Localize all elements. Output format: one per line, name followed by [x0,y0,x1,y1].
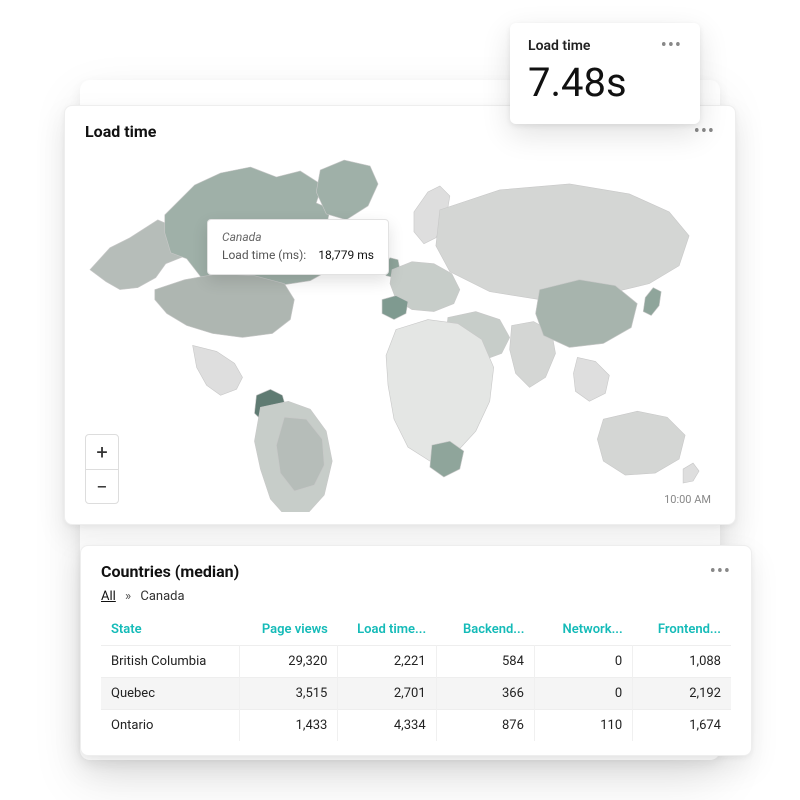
countries-table-card: Countries (median) ••• All » Canada Stat… [80,545,752,756]
cell-loadtime: 4,334 [338,710,436,742]
zoom-in-button[interactable]: + [86,435,118,469]
cell-pageviews: 1,433 [240,710,338,742]
table-row[interactable]: Ontario 1,433 4,334 876 110 1,674 [101,710,731,742]
breadcrumb-separator: » [125,589,131,604]
kpi-more-icon[interactable]: ••• [661,37,682,55]
cell-frontend: 1,674 [633,710,731,742]
cell-network: 0 [534,678,632,710]
cell-state: British Columbia [101,646,240,678]
tooltip-metric-label: Load time (ms): [222,248,306,262]
breadcrumb-current: Canada [140,589,184,604]
table-row[interactable]: British Columbia 29,320 2,221 584 0 1,08… [101,646,731,678]
col-loadtime[interactable]: Load time... [338,614,436,646]
cell-loadtime: 2,221 [338,646,436,678]
cell-pageviews: 3,515 [240,678,338,710]
map-body[interactable]: Canada Load time (ms): 18,779 ms + − 10:… [85,147,715,512]
map-timestamp: 10:00 AM [664,493,711,506]
cell-state: Quebec [101,678,240,710]
kpi-card: Load time ••• 7.48s [510,23,700,124]
cell-backend: 876 [436,710,534,742]
cell-loadtime: 2,701 [338,678,436,710]
zoom-out-button[interactable]: − [86,469,118,503]
map-tooltip: Canada Load time (ms): 18,779 ms [207,219,389,275]
map-more-icon[interactable]: ••• [694,123,715,141]
cell-backend: 584 [436,646,534,678]
cell-state: Ontario [101,710,240,742]
cell-frontend: 1,088 [633,646,731,678]
col-frontend[interactable]: Frontend... [633,614,731,646]
col-state[interactable]: State [101,614,240,646]
world-map-svg[interactable] [85,147,715,512]
tooltip-country: Canada [222,230,374,244]
col-pageviews[interactable]: Page views [240,614,338,646]
cell-frontend: 2,192 [633,678,731,710]
table-more-icon[interactable]: ••• [710,563,731,581]
map-card-title: Load time [85,122,156,141]
cell-backend: 366 [436,678,534,710]
cell-network: 110 [534,710,632,742]
cell-pageviews: 29,320 [240,646,338,678]
countries-table: State Page views Load time... Backend...… [101,614,731,741]
kpi-label: Load time [528,38,590,54]
kpi-value: 7.48s [528,59,682,106]
cell-network: 0 [534,646,632,678]
breadcrumb-root-link[interactable]: All [101,589,116,604]
col-network[interactable]: Network... [534,614,632,646]
table-title: Countries (median) [101,562,239,581]
breadcrumb: All » Canada [101,589,731,604]
table-row[interactable]: Quebec 3,515 2,701 366 0 2,192 [101,678,731,710]
load-time-map-card: Load time ••• [64,105,736,525]
col-backend[interactable]: Backend... [436,614,534,646]
zoom-controls: + − [85,434,119,504]
tooltip-metric-value: 18,779 ms [318,248,374,262]
